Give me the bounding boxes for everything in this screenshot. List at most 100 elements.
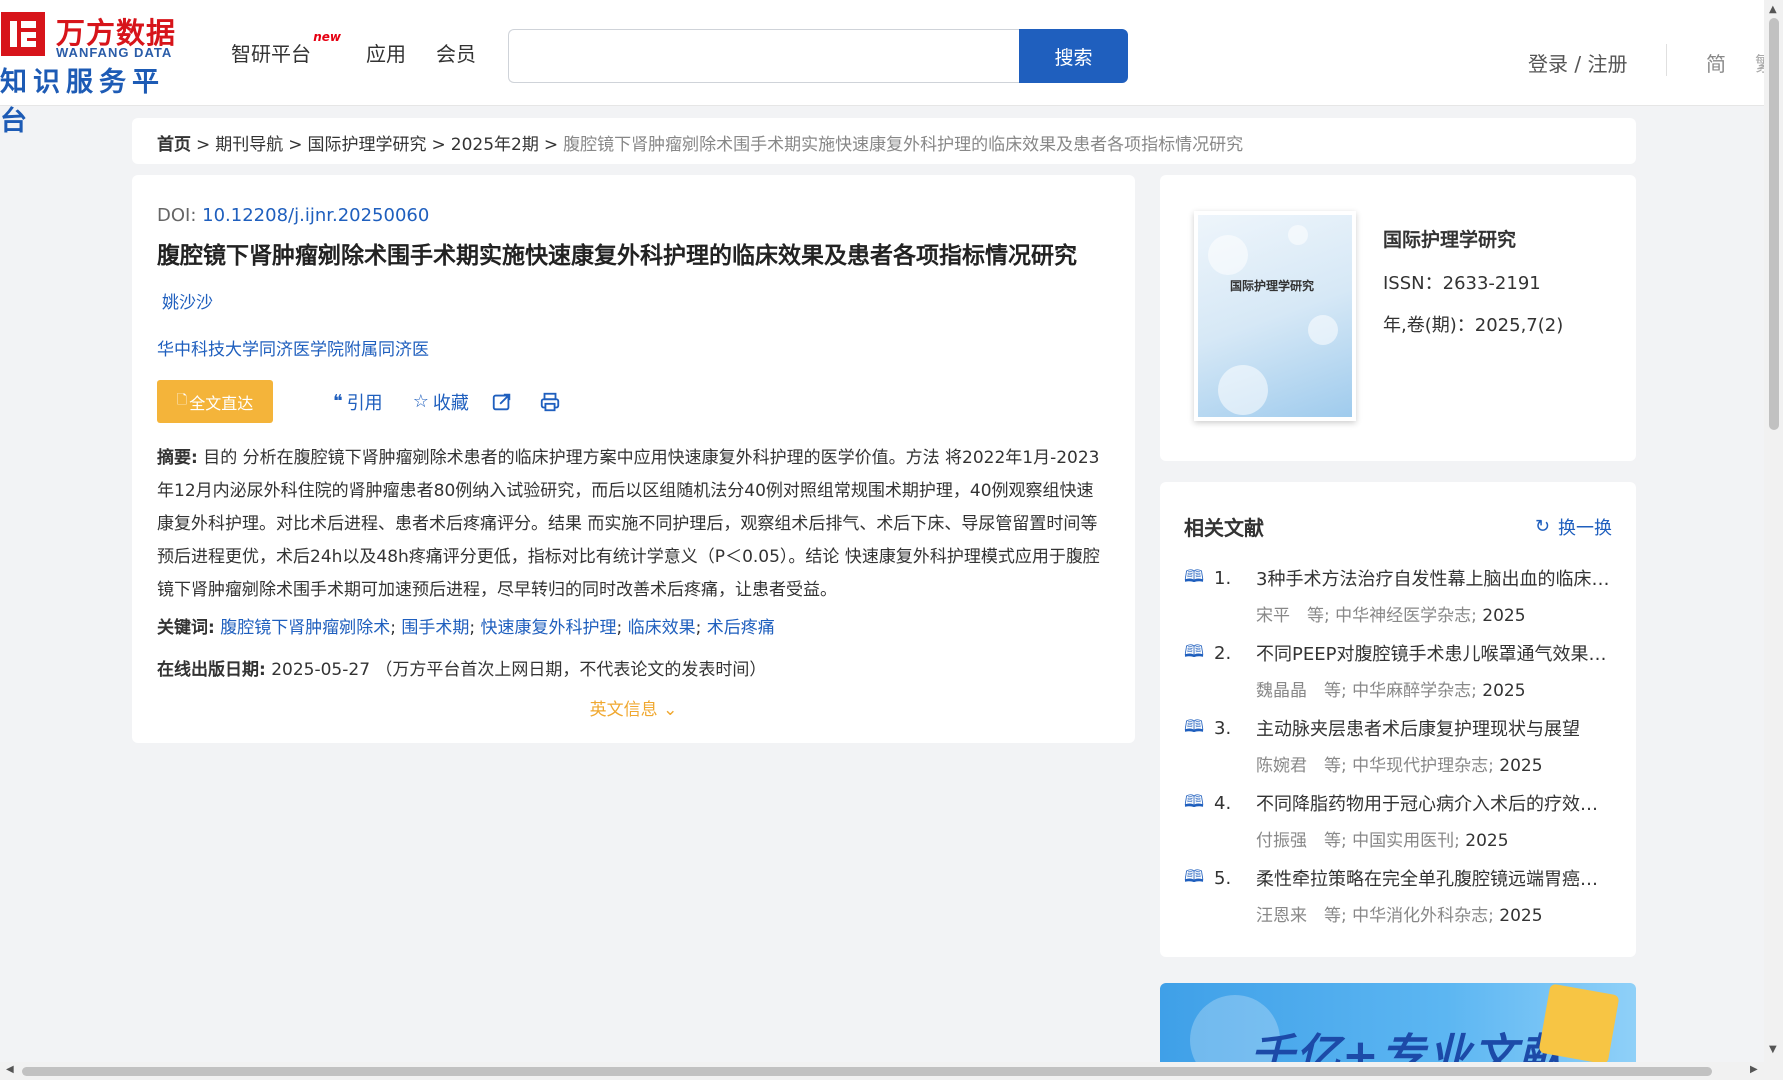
horizontal-scrollbar[interactable]: ◀ ▶ xyxy=(0,1062,1783,1080)
book-icon: 🕮 xyxy=(1184,866,1205,887)
item-year: 2025 xyxy=(1499,756,1543,776)
item-journal[interactable]: 中华消化外科杂志 xyxy=(1352,906,1488,926)
breadcrumb-separator: > xyxy=(543,135,559,155)
article-card: DOI: 10.12208/j.ijnr.20250060 腹腔镜下肾肿瘤剜除术… xyxy=(132,175,1135,743)
item-journal[interactable]: 中华麻醉学杂志 xyxy=(1352,681,1471,701)
item-journal[interactable]: 中华神经医学杂志 xyxy=(1335,606,1471,626)
pubdate-note: （万方平台首次上网日期，不代表论文的发表时间） xyxy=(375,659,767,680)
keyword-link[interactable]: 腹腔镜下肾肿瘤剜除术 xyxy=(220,618,390,638)
list-item: 🕮 3. 主动脉夹层患者术后康复护理现状与展望 陈婉君 等; 中华现代护理杂志;… xyxy=(1184,713,1612,788)
book-icon: 🕮 xyxy=(1184,641,1205,662)
related-title: 相关文献 xyxy=(1184,516,1264,540)
book-icon: 🕮 xyxy=(1184,791,1205,812)
related-item-title[interactable]: 不同降脂药物用于冠心病介入术后的疗效及安全性 xyxy=(1256,790,1611,816)
fulltext-button[interactable]: 🗋 全文直达 xyxy=(157,380,273,424)
related-item-title[interactable]: 不同PEEP对腹腔镜手术患儿喉罩通气效果的影响 xyxy=(1256,640,1611,666)
list-item: 🕮 1. 3种手术方法治疗自发性幕上脑出血的临床疗效比较 宋平 等; 中华神经医… xyxy=(1184,563,1612,638)
author-link[interactable]: 姚沙沙 xyxy=(162,288,1110,313)
nav-item-member[interactable]: 会员 xyxy=(436,38,476,67)
scroll-right-icon[interactable]: ▶ xyxy=(1750,1064,1758,1075)
keyword-link[interactable]: 临床效果 xyxy=(628,618,696,638)
scroll-down-icon[interactable]: ▼ xyxy=(1769,1044,1777,1055)
item-year: 2025 xyxy=(1482,681,1526,701)
login-register-link[interactable]: 登录 / 注册 xyxy=(1528,48,1627,77)
breadcrumb-journal-nav[interactable]: 期刊导航 xyxy=(215,135,283,155)
logo-mark-icon xyxy=(1,12,45,56)
print-icon[interactable] xyxy=(539,391,561,413)
breadcrumb: 首页 > 期刊导航 > 国际护理学研究 >2025年2期 > 腹腔镜下肾肿瘤剜除术围手术期实施… xyxy=(132,118,1636,164)
item-number: 3. xyxy=(1214,717,1232,739)
breadcrumb-issue[interactable]: 2025年2期 xyxy=(451,135,539,155)
related-item-title[interactable]: 主动脉夹层患者术后康复护理现状与展望 xyxy=(1256,715,1611,741)
share-icon[interactable] xyxy=(491,391,513,413)
banner-text: 千亿+专业文献 xyxy=(1250,1030,1565,1062)
abstract-text: 目的 分析在腹腔镜下肾肿瘤剜除术患者的临床护理方案中应用快速康复外科护理的医学价… xyxy=(157,447,1100,600)
refresh-button[interactable]: ↻ 换一换 xyxy=(1535,514,1612,540)
scroll-left-icon[interactable]: ◀ xyxy=(6,1064,14,1075)
book-illustration-icon xyxy=(1538,983,1620,1062)
item-authors[interactable]: 宋平 等; xyxy=(1256,606,1330,626)
keyword-link[interactable]: 术后疼痛 xyxy=(707,618,775,638)
item-authors[interactable]: 付振强 等; xyxy=(1256,831,1347,851)
english-info-toggle[interactable]: 英文信息 ⌄ xyxy=(157,695,1110,720)
item-year: 2025 xyxy=(1465,831,1509,851)
favorite-button[interactable]: ☆ 收藏 xyxy=(413,389,469,415)
scrollbar-thumb[interactable] xyxy=(22,1067,1712,1076)
item-number: 5. xyxy=(1214,867,1232,889)
breadcrumb-home[interactable]: 首页 xyxy=(157,135,191,155)
star-icon: ☆ xyxy=(412,391,429,413)
item-number: 2. xyxy=(1214,642,1232,664)
item-journal[interactable]: 中华现代护理杂志 xyxy=(1352,756,1488,776)
nav-item-zhiyan[interactable]: 智研平台 new xyxy=(231,30,341,67)
keywords: 关键词: 腹腔镜下肾肿瘤剜除术; 围手术期; 快速康复外科护理; 临床效果; 术… xyxy=(157,617,775,638)
article-actions: 🗋 全文直达 ❝ 引用 ☆ 收藏 xyxy=(157,380,1110,424)
journal-card: 国际护理学研究 国际护理学研究 ISSN：2633-2191 年,卷(期)：20… xyxy=(1160,175,1636,461)
search-button[interactable]: 搜索 xyxy=(1019,29,1128,83)
item-authors[interactable]: 汪恩来 等; xyxy=(1256,906,1347,926)
wanfang-logo[interactable]: 万方数据 WANFANG DATA 知识服务平台 xyxy=(0,8,190,137)
logo-en-text: WANFANG DATA xyxy=(56,45,173,60)
keyword-link[interactable]: 围手术期 xyxy=(401,618,469,638)
cite-button[interactable]: ❝ 引用 xyxy=(333,389,383,415)
free-icon: 🗋 xyxy=(176,392,188,408)
scrollbar-thumb[interactable] xyxy=(1769,18,1779,430)
chevron-down-icon: ⌄ xyxy=(663,699,678,720)
promo-banner[interactable]: 千亿+专业文献 xyxy=(1160,983,1636,1062)
journal-name[interactable]: 国际护理学研究 xyxy=(1383,225,1516,252)
keyword-link[interactable]: 快速康复外科护理 xyxy=(481,618,617,638)
breadcrumb-current: 腹腔镜下肾肿瘤剜除术围手术期实施快速康复外科护理的临床效果及患者各项指标情况研究 xyxy=(563,135,1244,155)
pub-date: 在线出版日期: 2025-05-27 （万方平台首次上网日期，不代表论文的发表时… xyxy=(157,655,1110,685)
top-header: 万方数据 WANFANG DATA 知识服务平台 智研平台 new 应用 会员 … xyxy=(0,0,1767,137)
item-number: 1. xyxy=(1214,567,1232,589)
journal-cover[interactable]: 国际护理学研究 xyxy=(1194,211,1356,421)
vertical-scrollbar[interactable]: ▲ ▼ xyxy=(1764,0,1783,1062)
list-item: 🕮 5. 柔性牵拉策略在完全单孔腹腔镜远端胃癌根治术中的应用 汪恩来 等; 中华… xyxy=(1184,863,1612,938)
nav-item-apps[interactable]: 应用 xyxy=(366,38,406,67)
main-nav: 智研平台 new 应用 会员 xyxy=(231,30,506,67)
breadcrumb-separator: > xyxy=(431,135,446,155)
new-badge: new xyxy=(313,30,341,44)
related-header: 相关文献 ↻ 换一换 xyxy=(1184,512,1612,541)
list-item: 🕮 4. 不同降脂药物用于冠心病介入术后的疗效及安全性 付振强 等; 中国实用医… xyxy=(1184,788,1612,863)
pubdate-label: 在线出版日期: xyxy=(157,659,266,680)
article-title: 腹腔镜下肾肿瘤剜除术围手术期实施快速康复外科护理的临床效果及患者各项指标情况研究 xyxy=(157,243,1077,269)
lang-simplified-button[interactable]: 简 xyxy=(1706,48,1726,77)
keywords-label: 关键词: xyxy=(157,617,215,638)
doi-label: DOI: xyxy=(157,205,197,226)
book-icon: 🕮 xyxy=(1184,566,1205,587)
related-list: 🕮 1. 3种手术方法治疗自发性幕上脑出血的临床疗效比较 宋平 等; 中华神经医… xyxy=(1184,563,1612,938)
item-journal[interactable]: 中国实用医刊 xyxy=(1352,831,1454,851)
related-item-title[interactable]: 3种手术方法治疗自发性幕上脑出血的临床疗效比较 xyxy=(1256,565,1611,591)
organization-link[interactable]: 华中科技大学同济医学院附属同济医 xyxy=(157,335,1110,360)
refresh-icon: ↻ xyxy=(1534,516,1550,537)
search-input[interactable] xyxy=(508,29,1020,83)
journal-issn: ISSN：2633-2191 xyxy=(1383,273,1541,294)
scroll-up-icon[interactable]: ▲ xyxy=(1769,4,1777,15)
item-authors[interactable]: 魏晶晶 等; xyxy=(1256,681,1347,701)
breadcrumb-journal[interactable]: 国际护理学研究 xyxy=(308,135,427,155)
doi-line: DOI: 10.12208/j.ijnr.20250060 xyxy=(157,205,1110,226)
item-authors[interactable]: 陈婉君 等; xyxy=(1256,756,1347,776)
doi-link[interactable]: 10.12208/j.ijnr.20250060 xyxy=(202,205,429,226)
item-year: 2025 xyxy=(1499,906,1543,926)
related-item-title[interactable]: 柔性牵拉策略在完全单孔腹腔镜远端胃癌根治术中的应用 xyxy=(1256,865,1611,891)
